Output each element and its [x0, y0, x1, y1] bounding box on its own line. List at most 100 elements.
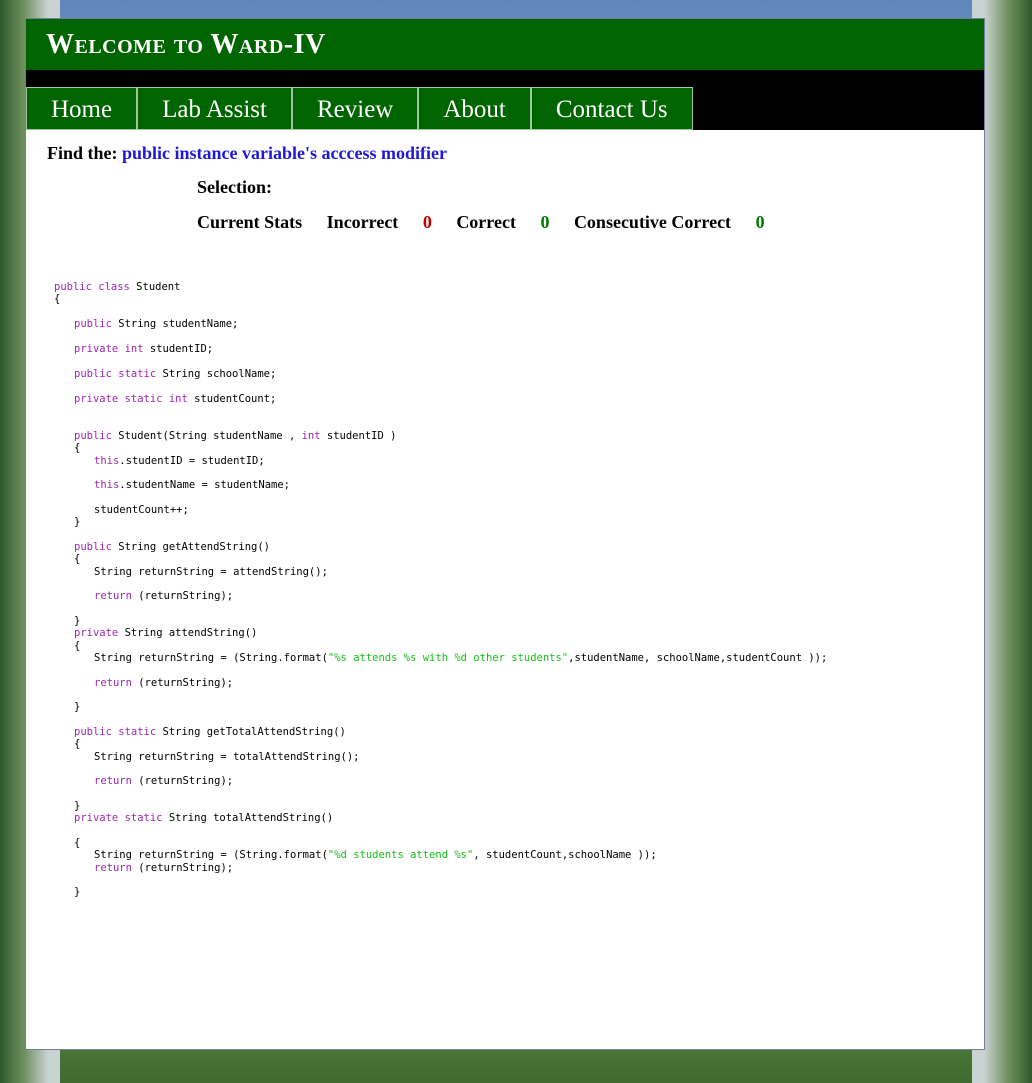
code-text[interactable]: ,studentName, schoolName,studentCount ))…: [568, 652, 827, 664]
code-text[interactable]: .studentName = studentName;: [119, 479, 290, 491]
site-banner: Welcome to Ward-IV: [26, 19, 984, 70]
code-text[interactable]: .studentID = studentID;: [119, 455, 264, 467]
nav-review[interactable]: Review: [291, 87, 419, 130]
code-keyword[interactable]: return: [94, 862, 132, 874]
code-text[interactable]: (returnString);: [132, 775, 233, 787]
code-line[interactable]: public Student(String studentName , int …: [74, 430, 396, 442]
code-keyword[interactable]: private: [74, 627, 118, 639]
code-keyword[interactable]: public static: [74, 726, 156, 738]
code-text[interactable]: {: [74, 738, 80, 750]
code-line[interactable]: }: [74, 615, 80, 627]
code-line[interactable]: return (returnString);: [94, 775, 233, 787]
code-keyword[interactable]: this: [94, 479, 119, 491]
page-container: Welcome to Ward-IV Home Lab Assist Revie…: [25, 18, 985, 1050]
code-text[interactable]: String getAttendString(): [112, 541, 270, 553]
code-line[interactable]: {: [74, 640, 80, 652]
code-text[interactable]: String returnString = totalAttendString(…: [94, 751, 360, 763]
code-text[interactable]: String returnString = (String.format(: [94, 652, 328, 664]
code-text[interactable]: }: [74, 701, 80, 713]
code-keyword[interactable]: return: [94, 677, 132, 689]
code-text[interactable]: studentID;: [144, 343, 213, 355]
code-keyword[interactable]: public: [74, 541, 112, 553]
code-line[interactable]: return (returnString);: [94, 677, 233, 689]
code-line[interactable]: String returnString = (String.format("%d…: [94, 849, 657, 861]
code-line[interactable]: }: [74, 516, 80, 528]
code-string[interactable]: "%s attends %s with %d other students": [328, 652, 568, 664]
nav-contact-us[interactable]: Contact Us: [530, 87, 693, 130]
code-keyword[interactable]: private static: [74, 812, 163, 824]
code-text[interactable]: {: [54, 293, 60, 305]
code-line[interactable]: String returnString = (String.format("%s…: [94, 652, 827, 664]
code-line[interactable]: public static String schoolName;: [74, 368, 276, 380]
code-keyword[interactable]: private static int: [74, 393, 188, 405]
code-text[interactable]: }: [74, 886, 80, 898]
code-line[interactable]: private static int studentCount;: [74, 393, 276, 405]
code-keyword[interactable]: private int: [74, 343, 144, 355]
code-text[interactable]: {: [74, 837, 80, 849]
code-keyword[interactable]: public class: [54, 281, 130, 293]
code-line[interactable]: public static String getTotalAttendStrin…: [74, 726, 346, 738]
correct-count: 0: [540, 212, 550, 232]
incorrect-label: Incorrect: [326, 212, 399, 232]
nav-bar: Home Lab Assist Review About Contact Us: [26, 70, 984, 130]
nav-about[interactable]: About: [418, 87, 531, 130]
code-line[interactable]: {: [74, 553, 80, 565]
code-keyword[interactable]: public: [74, 430, 112, 442]
code-text[interactable]: String schoolName;: [156, 368, 277, 380]
current-stats: Current Stats Incorrect 0 Correct 0 Cons…: [197, 212, 785, 233]
find-label: Find the:: [47, 143, 118, 163]
code-line[interactable]: }: [74, 886, 80, 898]
code-keyword[interactable]: return: [94, 590, 132, 602]
code-text[interactable]: String totalAttendString(): [163, 812, 333, 824]
code-text[interactable]: studentID ): [321, 430, 397, 442]
code-text[interactable]: }: [74, 516, 80, 528]
code-line[interactable]: {: [74, 442, 80, 454]
code-text[interactable]: {: [74, 553, 80, 565]
code-text[interactable]: studentCount++;: [94, 504, 189, 516]
code-line[interactable]: }: [74, 701, 80, 713]
code-line[interactable]: public String studentName;: [74, 318, 238, 330]
code-text[interactable]: studentCount;: [188, 393, 276, 405]
nav-lab-assist[interactable]: Lab Assist: [137, 87, 292, 130]
code-line[interactable]: String returnString = attendString();: [94, 566, 328, 578]
code-line[interactable]: public String getAttendString(): [74, 541, 270, 553]
code-line[interactable]: this.studentName = studentName;: [94, 479, 290, 491]
code-text[interactable]: }: [74, 800, 80, 812]
code-text[interactable]: , studentCount,schoolName ));: [473, 849, 656, 861]
code-line[interactable]: {: [54, 293, 60, 305]
code-keyword[interactable]: public: [74, 318, 112, 330]
code-text[interactable]: (returnString);: [132, 862, 233, 874]
code-string[interactable]: "%d students attend %s": [328, 849, 473, 861]
code-line[interactable]: String returnString = totalAttendString(…: [94, 751, 360, 763]
code-line[interactable]: return (returnString);: [94, 590, 233, 602]
code-keyword[interactable]: return: [94, 775, 132, 787]
code-line[interactable]: }: [74, 800, 80, 812]
code-text[interactable]: String returnString = attendString();: [94, 566, 328, 578]
code-text[interactable]: {: [74, 442, 80, 454]
code-line[interactable]: this.studentID = studentID;: [94, 455, 265, 467]
code-text[interactable]: String attendString(): [118, 627, 258, 639]
code-text[interactable]: String studentName;: [112, 318, 238, 330]
code-text[interactable]: (returnString);: [132, 677, 233, 689]
code-text[interactable]: Student: [130, 281, 180, 293]
code-line[interactable]: return (returnString);: [94, 862, 233, 874]
code-line[interactable]: public class Student: [54, 281, 180, 293]
code-line[interactable]: private String attendString(): [74, 627, 257, 639]
code-text[interactable]: }: [74, 615, 80, 627]
code-line[interactable]: {: [74, 837, 80, 849]
code-keyword[interactable]: int: [302, 430, 321, 442]
code-line[interactable]: private static String totalAttendString(…: [74, 812, 333, 824]
code-line[interactable]: private int studentID;: [74, 343, 213, 355]
code-text[interactable]: (returnString);: [132, 590, 233, 602]
code-text[interactable]: String returnString = (String.format(: [94, 849, 328, 861]
find-target: public instance variable's acccess modif…: [122, 143, 447, 163]
code-text[interactable]: String getTotalAttendString(): [156, 726, 346, 738]
selection-label: Selection:: [197, 177, 272, 197]
code-line[interactable]: {: [74, 738, 80, 750]
code-text[interactable]: {: [74, 640, 80, 652]
code-keyword[interactable]: public static: [74, 368, 156, 380]
code-line[interactable]: studentCount++;: [94, 504, 189, 516]
code-text[interactable]: Student(String studentName ,: [112, 430, 302, 442]
nav-home[interactable]: Home: [26, 87, 138, 130]
code-keyword[interactable]: this: [94, 455, 119, 467]
